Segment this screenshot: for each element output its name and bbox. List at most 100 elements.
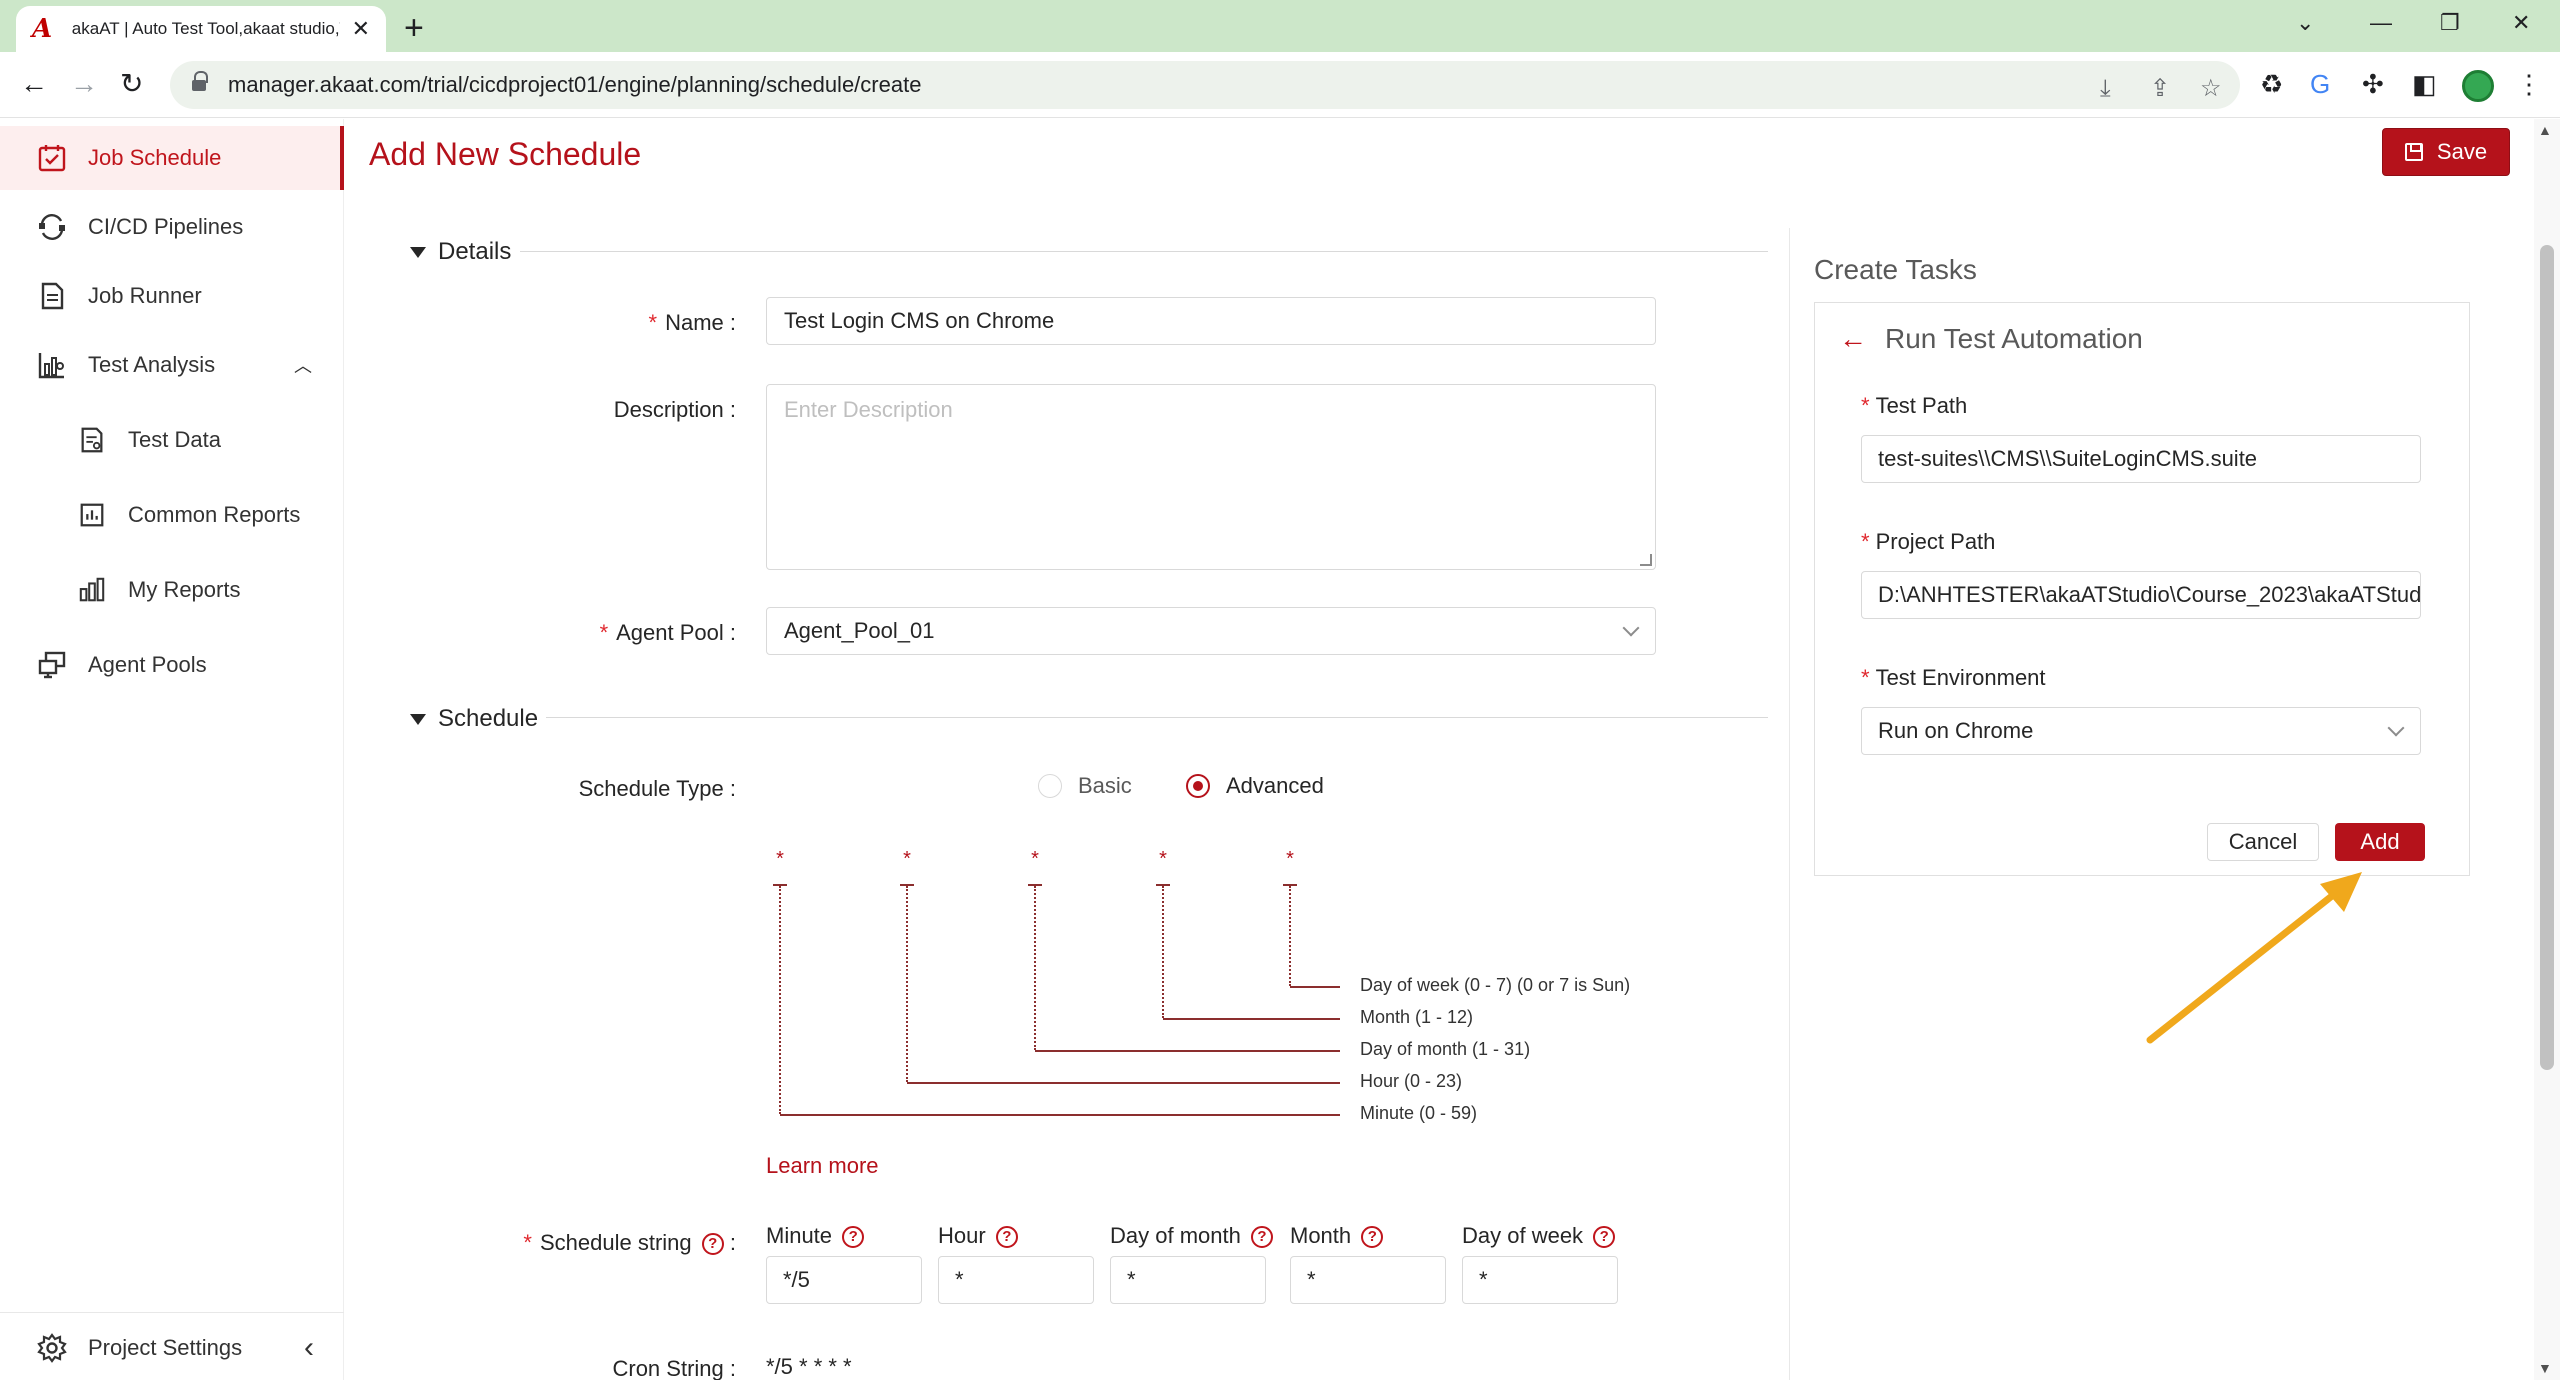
share-icon[interactable]: ⇪ [2150,75,2170,103]
sidebar-item-label: Project Settings [88,1335,243,1360]
scroll-down-icon[interactable]: ▼ [2538,1360,2552,1376]
save-button-label: Save [2436,139,2488,164]
project-path-input[interactable]: D:\ANHTESTER\akaATStudio\Course_2023\aka… [1861,571,2421,619]
cron-label-hour: Hour (0 - 23) [1360,1071,1463,1091]
help-icon[interactable]: ? [995,1226,1018,1249]
translate-extension-icon[interactable]: G [2310,69,2330,99]
save-button[interactable]: Save [2382,128,2510,176]
restore-icon[interactable]: ❐ [2440,8,2460,38]
scroll-up-icon[interactable]: ▲ [2538,122,2552,138]
name-input[interactable]: Test Login CMS on Chrome [766,297,1656,345]
recycle-extension-icon[interactable]: ♻ [2260,69,2283,99]
browser-toolbar: ← → ↻ manager.akaat.com/trial/cicdprojec… [0,52,2560,118]
sidebar-item-cicd-pipelines[interactable]: CI/CD Pipelines [0,195,344,259]
sidebar-item-test-analysis[interactable]: Test Analysis ︿ [0,333,344,397]
learn-more-link[interactable]: Learn more [766,1153,879,1179]
test-path-input[interactable]: test-suites\\CMS\\SuiteLoginCMS.suite [1861,435,2421,483]
minute-input[interactable]: */5 [766,1256,922,1304]
sidebar-item-my-reports[interactable]: My Reports [0,558,344,622]
collapse-sidebar-icon[interactable]: ‹ [304,1331,314,1365]
test-environment-select[interactable]: Run on Chrome [1861,707,2421,755]
help-icon[interactable]: ? [1250,1226,1273,1249]
cancel-button[interactable]: Cancel [2207,823,2319,861]
name-label: * Name : [648,310,736,335]
sidebar-item-test-data[interactable]: Test Data [0,408,344,472]
sidebar-item-label: Job Schedule [88,145,222,170]
sidebar-item-agent-pools[interactable]: Agent Pools [0,633,344,697]
sidebar-item-common-reports[interactable]: Common Reports [0,483,344,547]
extensions-puzzle-icon[interactable]: ✣ [2362,69,2384,99]
sidebar-item-label: CI/CD Pipelines [88,214,244,239]
bar-chart-icon [76,499,108,531]
lock-icon [192,71,208,93]
cron-line [1289,886,1291,986]
help-icon[interactable]: ? [1361,1226,1384,1249]
hour-input[interactable]: * [938,1256,1094,1304]
sidebar-divider [0,1312,344,1313]
schedule-string-label: * Schedule string ? : [523,1230,736,1256]
save-icon [2404,143,2423,161]
cron-branch [1290,986,1340,988]
browser-tab[interactable]: A akaAT | Auto Test Tool,akaat studio,We… [16,6,386,52]
sidebar-item-job-schedule[interactable]: Job Schedule [0,126,344,190]
forward-icon[interactable]: → [70,68,98,100]
cron-branch [1035,1050,1340,1052]
cron-branch [780,1114,1340,1116]
schedule-section-toggle[interactable]: Schedule [410,705,538,733]
radio-basic-circle[interactable] [1038,774,1062,798]
minimize-icon[interactable]: — [2370,8,2392,38]
profile-avatar[interactable] [2462,70,2494,102]
radio-advanced[interactable]: Advanced [1186,773,1324,799]
install-icon[interactable]: ⤓ [2100,75,2111,103]
cron-line [779,886,781,1114]
tab-search-icon[interactable]: ⌄ [2296,8,2314,38]
description-textarea[interactable]: Enter Description [766,384,1656,570]
cron-line [1034,886,1036,1050]
details-divider [520,251,1768,252]
close-icon[interactable]: ✕ [352,16,370,42]
radio-advanced-circle[interactable] [1186,774,1210,798]
akaat-logo-icon: A [32,14,53,44]
help-icon[interactable]: ? [842,1226,865,1249]
agent-pool-select[interactable]: Agent_Pool_01 [766,607,1656,655]
back-arrow-icon[interactable]: ← [1839,323,1867,355]
cron-line [906,886,908,1082]
test-environment-value: Run on Chrome [1878,718,2034,743]
window-close-icon[interactable]: ✕ [2512,8,2530,38]
radio-basic[interactable]: Basic [1038,773,1132,799]
sidebar-item-job-runner[interactable]: Job Runner [0,264,344,328]
cron-branch [907,1082,1340,1084]
details-section-toggle[interactable]: Details [410,238,511,266]
details-section-label: Details [438,238,512,265]
side-panel-icon[interactable]: ◧ [2412,69,2437,99]
browser-tabstrip: A akaAT | Auto Test Tool,akaat studio,We… [0,0,2560,52]
month-input[interactable]: * [1290,1256,1446,1304]
chevron-up-icon[interactable]: ︿ [294,352,312,378]
resize-handle-icon[interactable] [1640,554,1652,566]
sidebar-item-label: Test Analysis [88,352,216,377]
add-button[interactable]: Add [2335,823,2425,861]
reload-icon[interactable]: ↻ [120,68,143,100]
day-of-week-input[interactable]: * [1462,1256,1618,1304]
create-tasks-title: Create Tasks [1814,254,1977,285]
sidebar-item-label: Common Reports [128,502,301,527]
help-icon[interactable]: ? [1593,1226,1616,1249]
monitors-icon [36,649,68,681]
sidebar-item-project-settings[interactable]: Project Settings ‹ [0,1316,344,1380]
day-of-month-input[interactable]: * [1110,1256,1266,1304]
address-bar[interactable]: manager.akaat.com/trial/cicdproject01/en… [170,61,2240,109]
help-icon[interactable]: ? [701,1233,724,1256]
star-icon[interactable]: ☆ [2200,75,2222,103]
back-icon[interactable]: ← [20,68,48,100]
menu-kebab-icon[interactable]: ⋮ [2516,69,2542,99]
cron-label-day-of-week: Day of week (0 - 7) (0 or 7 is Sun) [1360,975,1631,995]
scrollbar-thumb[interactable] [2540,245,2554,1070]
task-card-title: Run Test Automation [1885,323,2143,354]
new-tab-icon[interactable]: + [404,8,424,48]
tab-title: akaAT | Auto Test Tool,akaat studio,Web [71,19,340,38]
cron-label-month: Month (1 - 12) [1360,1007,1474,1027]
schedule-type-label: Schedule Type : [578,776,736,801]
sidebar-item-label: Agent Pools [88,652,207,677]
cron-star-minute: * [776,848,784,870]
test-data-icon [76,424,108,456]
